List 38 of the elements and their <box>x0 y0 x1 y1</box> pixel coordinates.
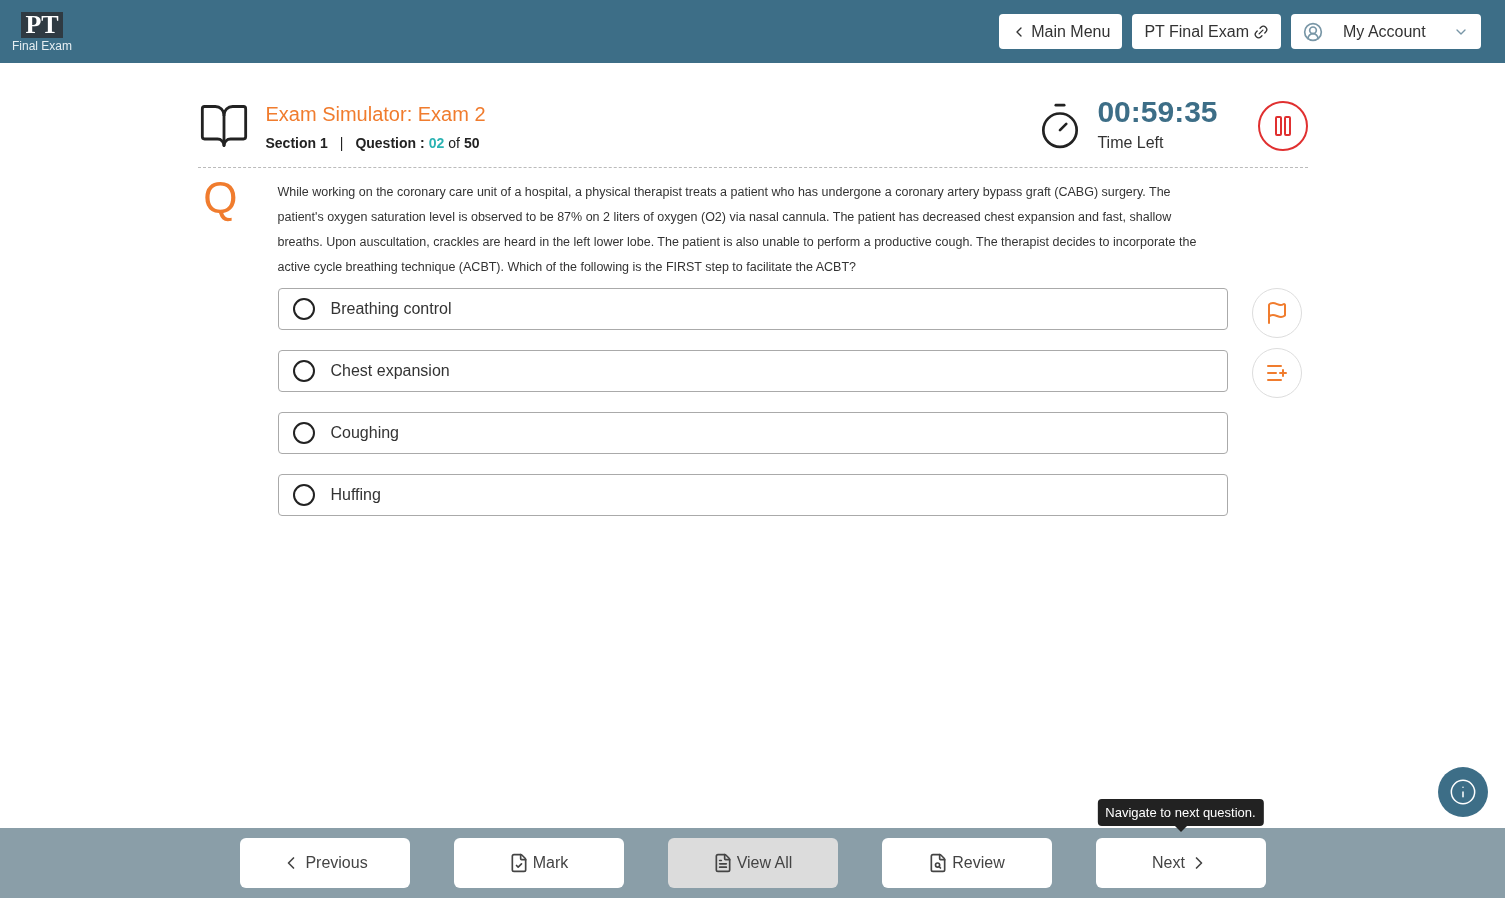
section-label: Section 1 <box>265 133 328 153</box>
previous-button[interactable]: Previous <box>239 838 410 888</box>
logo-caption: Final Exam <box>12 39 73 52</box>
header-button[interactable]: PT Final Exam <box>1132 14 1281 49</box>
question-label: Question : <box>355 133 425 153</box>
flag-button[interactable] <box>1251 288 1302 338</box>
of-label: of <box>448 133 460 153</box>
view-button[interactable]: View All <box>667 838 838 888</box>
info-button[interactable] <box>1438 767 1488 817</box>
radio-button[interactable] <box>292 484 315 506</box>
pause-button[interactable] <box>1257 101 1308 151</box>
tooltip: Navigate to next question. <box>1097 798 1264 826</box>
question-marker: Q <box>202 176 239 224</box>
next-button[interactable]: Next <box>1095 838 1266 888</box>
separator: | <box>338 133 345 153</box>
review-button[interactable]: Review <box>881 838 1052 888</box>
radio-button[interactable] <box>292 422 315 444</box>
time-left-value: 00:59:35 <box>1097 97 1218 127</box>
document-search-icon <box>928 853 949 873</box>
answer-option[interactable]: Breathing control <box>277 288 1228 330</box>
add-note-button[interactable] <box>1251 348 1302 398</box>
mark-button[interactable]: Mark <box>453 838 624 888</box>
logo-letters: PT <box>21 11 63 38</box>
radio-button[interactable] <box>292 360 315 382</box>
question-total: 50 <box>463 133 480 153</box>
answer-option[interactable]: Huffing <box>277 474 1228 516</box>
question-number: 02 <box>428 133 445 153</box>
exam-title: Exam Simulator: Exam 2 <box>265 101 486 127</box>
header-button[interactable]: My Account <box>1291 14 1481 49</box>
tooltip-pointer <box>1174 826 1187 832</box>
question-text: While working on the coronary care unit of a hospital, a physical therapist treats a patient who has undergone a coronary artery bypass graft (CABG) surgery. The patient's oxygen saturation level is observed to be 87% on 2 liters of oxygen (O2) via nasal cannula. The patient has decreased chest expansion and fast, shallow breaths. Upon auscultation, crackles are heard in the left lower lobe. The patient is also unable to perform a productive cough. The therapist decides to incorporate the active cycle breathing technique (ACBT). Which of the following is the FIRST step to facilitate the ACBT? <box>277 184 1198 276</box>
time-left-label: Time Left <box>1097 133 1165 153</box>
info-icon <box>1449 778 1477 806</box>
user-icon <box>1303 21 1323 42</box>
answer-option[interactable]: Coughing <box>277 412 1228 454</box>
answer-option[interactable]: Chest expansion <box>277 350 1228 392</box>
header-button[interactable]: Main Menu <box>999 14 1123 49</box>
radio-button[interactable] <box>292 298 315 320</box>
